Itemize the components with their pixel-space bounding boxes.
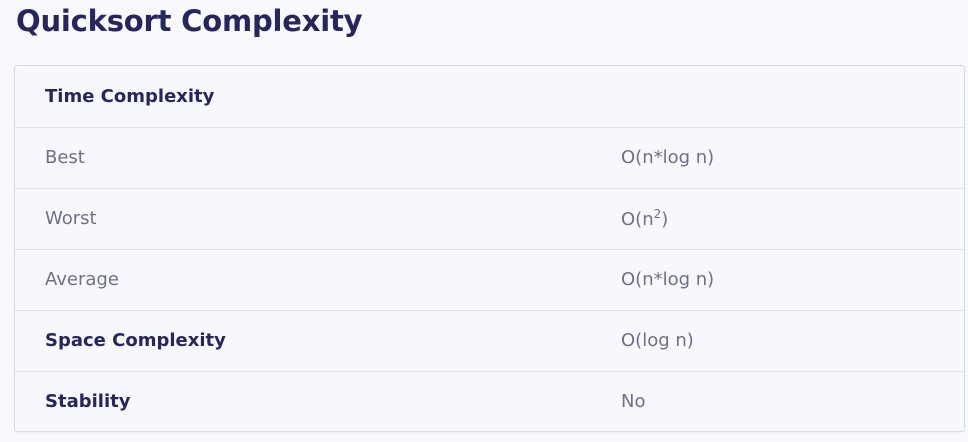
table-row: Space Complexity O(log n) bbox=[15, 309, 964, 371]
row-label-space-complexity: Space Complexity bbox=[15, 309, 591, 371]
row-value-stability: No bbox=[591, 370, 964, 431]
row-label-stability: Stability bbox=[15, 370, 591, 431]
table-row: Best O(n*log n) bbox=[15, 126, 964, 188]
row-label-worst: Worst bbox=[15, 187, 591, 249]
complexity-table-grid: Time Complexity Best O(n*log n) Worst O(… bbox=[15, 66, 964, 431]
table-row: Stability No bbox=[15, 370, 964, 431]
worst-value-close: ) bbox=[661, 209, 669, 230]
row-value-worst: O(n2) bbox=[591, 187, 964, 249]
row-value-average: O(n*log n) bbox=[591, 248, 964, 310]
row-label-best: Best bbox=[15, 126, 591, 188]
row-value-space-complexity: O(log n) bbox=[591, 309, 964, 371]
row-label-average: Average bbox=[15, 248, 591, 310]
page: Quicksort Complexity Time Complexity Bes… bbox=[0, 0, 968, 442]
table-header-empty-cell bbox=[591, 66, 964, 127]
table-row: Time Complexity bbox=[15, 66, 964, 127]
complexity-table: Time Complexity Best O(n*log n) Worst O(… bbox=[14, 65, 965, 432]
table-header-cell: Time Complexity bbox=[45, 85, 215, 107]
row-value-best: O(n*log n) bbox=[591, 126, 964, 188]
table-row: Worst O(n2) bbox=[15, 187, 964, 249]
page-title: Quicksort Complexity bbox=[16, 4, 363, 38]
worst-value-base: O(n bbox=[621, 209, 654, 230]
table-row: Average O(n*log n) bbox=[15, 248, 964, 310]
